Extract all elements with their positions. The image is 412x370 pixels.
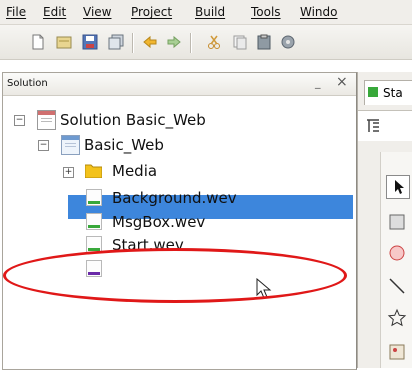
menu-view[interactable]: View	[83, 5, 111, 19]
tree-item-label: Basic_Web	[84, 136, 164, 154]
undo-icon[interactable]	[142, 34, 158, 50]
tree-item-start-wev[interactable]: Start.wev	[0, 233, 355, 257]
toolbar	[0, 25, 412, 60]
redo-icon[interactable]	[166, 34, 182, 50]
settings-icon[interactable]	[280, 34, 296, 50]
collapse-icon[interactable]: −	[14, 115, 25, 126]
save-icon[interactable]	[82, 34, 98, 50]
tree-item-media-folder[interactable]: + Media	[0, 159, 355, 183]
save-all-icon[interactable]	[108, 34, 124, 50]
open-icon[interactable]	[56, 34, 72, 50]
wev-file-icon	[86, 189, 102, 206]
wev-file-icon	[368, 87, 378, 97]
tab-label: Sta	[383, 86, 403, 100]
sort-icon[interactable]	[366, 118, 380, 137]
menu-bar: File Edit View Project Build Tools Windo	[0, 0, 412, 25]
tree-item-background-wev[interactable]: Background.wev	[0, 186, 355, 210]
menu-project[interactable]: Project	[131, 5, 172, 19]
tree-item-label: Start.wev	[112, 236, 184, 254]
menu-edit[interactable]: Edit	[43, 5, 66, 19]
toolbar-separator	[190, 33, 192, 53]
menu-build[interactable]: Build	[195, 5, 225, 19]
minimize-button[interactable]: _	[315, 76, 321, 89]
tree-item-project[interactable]: − Basic_Web	[0, 133, 355, 157]
copy-icon[interactable]	[232, 34, 248, 50]
folder-icon	[84, 163, 103, 179]
wvar-file-icon	[86, 260, 102, 277]
tree-item-solution[interactable]: − Solution Basic_Web	[0, 108, 355, 132]
tree-item-label: Media	[112, 162, 158, 180]
tree-item-label: Background.wev	[112, 189, 237, 207]
tool-palette	[380, 152, 412, 368]
tree-item-label: Solution Basic_Web	[60, 111, 206, 129]
new-file-icon[interactable]	[30, 34, 46, 50]
collapse-icon[interactable]: −	[38, 140, 49, 151]
wev-file-icon	[86, 236, 102, 253]
star-tool-icon[interactable]	[387, 308, 407, 331]
tree-item-label: MsgBox.wev	[112, 213, 206, 231]
panel-header: Solution _ ×	[3, 73, 356, 96]
tree-item-label: variables.wvar	[112, 260, 222, 278]
ellipse-tool-icon[interactable]	[387, 243, 407, 266]
menu-tools[interactable]: Tools	[251, 5, 281, 19]
toolbar-separator	[132, 33, 134, 53]
editor-toolbar	[358, 110, 412, 141]
menu-window[interactable]: Windo	[300, 5, 338, 19]
tab-start[interactable]: Sta	[364, 80, 412, 105]
tree-item-variables-wvar[interactable]: variables.wvar	[0, 257, 355, 281]
project-icon	[61, 135, 80, 155]
pointer-tool-icon[interactable]	[386, 175, 410, 199]
close-button[interactable]: ×	[336, 74, 348, 90]
image-tool-icon[interactable]	[387, 342, 407, 365]
mouse-cursor-icon	[256, 277, 272, 300]
solution-icon	[37, 110, 56, 130]
cut-icon[interactable]	[206, 34, 222, 50]
paste-icon[interactable]	[256, 34, 272, 50]
line-tool-icon[interactable]	[387, 276, 407, 299]
rectangle-tool-icon[interactable]	[387, 212, 407, 235]
tree-item-msgbox-wev[interactable]: MsgBox.wev	[0, 210, 355, 234]
panel-title: Solution	[7, 78, 48, 89]
wev-file-icon	[86, 213, 102, 230]
menu-file[interactable]: File	[6, 5, 26, 19]
expand-icon[interactable]: +	[63, 167, 74, 178]
